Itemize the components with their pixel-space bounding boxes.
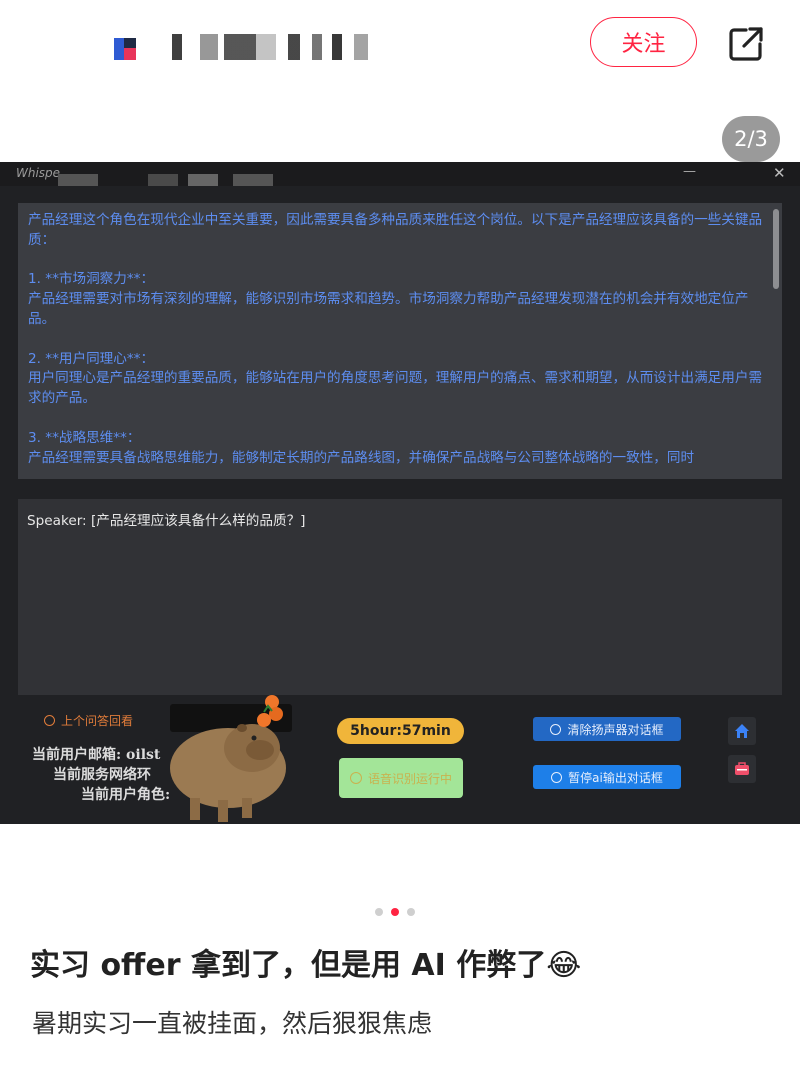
- close-icon[interactable]: ✕: [773, 164, 786, 182]
- speaker-transcript: Speaker: [产品经理应该具备什么样的品质？]: [27, 513, 306, 529]
- post-title: 实习 offer 拿到了，但是用 AI 作弊了😂: [30, 948, 582, 983]
- window-title-blurred: [58, 174, 278, 186]
- user-email-label: 当前用户邮箱: oilst: [32, 747, 161, 763]
- answer-point-heading: 1. **市场洞察力**：: [28, 271, 155, 288]
- time-remaining-badge: 5hour:57min: [337, 718, 464, 744]
- window-titlebar: Whispe — ✕: [0, 162, 800, 186]
- answer-intro: 产品经理这个角色在现代企业中至关重要，因此需要具备多种品质来胜任这个岗位。以下是…: [28, 212, 763, 248]
- pause-icon: [551, 771, 563, 783]
- history-icon: [44, 715, 55, 726]
- home-icon: [735, 724, 749, 738]
- window-title: Whispe: [16, 166, 61, 180]
- minimize-icon[interactable]: —: [683, 164, 696, 179]
- carousel-dot-active[interactable]: [391, 908, 399, 916]
- answer-point-body: 产品经理需要具备战略思维能力，能够制定长期的产品路线图，并确保产品战略与公司整体…: [28, 449, 695, 466]
- ai-answer-panel: 产品经理这个角色在现代企业中至关重要，因此需要具备多种品质来胜任这个岗位。以下是…: [18, 203, 782, 479]
- carousel-dot[interactable]: [375, 908, 383, 916]
- capybara-sticker: [170, 695, 286, 822]
- voice-recognition-button[interactable]: 语音识别运行中: [339, 758, 463, 798]
- home-button[interactable]: [728, 717, 756, 745]
- post-subtitle: 暑期实习一直被挂面，然后狠狠焦虑: [32, 1009, 433, 1038]
- post-image[interactable]: Whispe — ✕ 产品经理这个角色在现代企业中至关重要，因此需要具备多种品质…: [0, 162, 800, 824]
- image-counter: 2/3: [722, 116, 780, 162]
- answer-point-heading: 2. **用户同理心**：: [28, 350, 155, 367]
- carousel-dot[interactable]: [407, 908, 415, 916]
- clear-speaker-label: 清除扬声器对话框: [567, 722, 664, 737]
- prev-answer-link[interactable]: 上个问答回看: [44, 712, 133, 729]
- answer-point-body: 用户同理心是产品经理的重要品质，能够站在用户的角度思考问题，理解用户的痛点、需求…: [28, 370, 763, 407]
- toolbox-icon: [735, 762, 749, 775]
- pause-ai-output-button[interactable]: 暂停ai输出对话框: [533, 765, 681, 789]
- clear-icon: [550, 723, 562, 735]
- pause-ai-output-label: 暂停ai输出对话框: [568, 770, 663, 785]
- speaker-panel: Speaker: [产品经理应该具备什么样的品质？]: [18, 499, 782, 695]
- toolbox-button[interactable]: [728, 755, 756, 783]
- answer-point-heading: 3. **战略思维**：: [28, 429, 141, 446]
- role-label: 当前用户角色:: [81, 787, 171, 803]
- share-icon[interactable]: [726, 24, 766, 64]
- top-bar: 关注: [0, 0, 800, 92]
- follow-button[interactable]: 关注: [590, 17, 697, 67]
- prev-answer-label: 上个问答回看: [61, 714, 134, 728]
- ai-answer-text: 产品经理这个角色在现代企业中至关重要，因此需要具备多种品质来胜任这个岗位。以下是…: [28, 211, 766, 468]
- author-name-blurred[interactable]: [172, 34, 382, 60]
- mic-icon: [349, 772, 362, 784]
- app-logo-icon[interactable]: [112, 36, 138, 62]
- network-label: 当前服务网络环: [53, 767, 151, 783]
- answer-point-body: 产品经理需要对市场有深刻的理解，能够识别市场需求和趋势。市场洞察力帮助产品经理发…: [28, 291, 749, 327]
- answer-scrollbar[interactable]: [773, 209, 779, 289]
- carousel-indicator[interactable]: [375, 908, 415, 916]
- clear-speaker-button[interactable]: 清除扬声器对话框: [533, 717, 681, 741]
- voice-recognition-label: 语音识别运行中: [367, 771, 452, 786]
